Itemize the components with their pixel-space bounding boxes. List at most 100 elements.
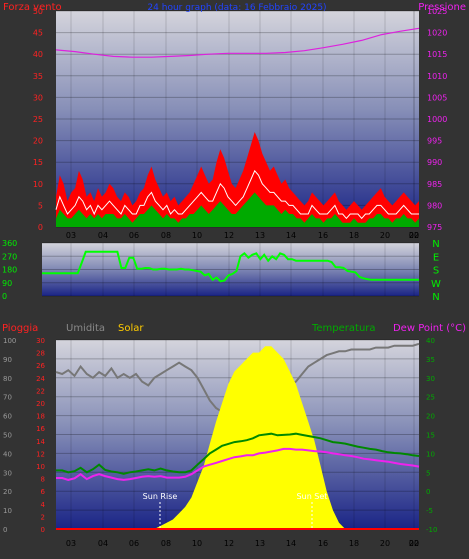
legend-rain: Pioggia <box>2 323 38 334</box>
sunset-label: Sun Set <box>297 492 328 501</box>
pressure-tick-label: 975 <box>427 223 442 232</box>
temperature-tick-label: 25 <box>426 394 435 402</box>
direction-tick-label: 180 <box>2 266 17 275</box>
temperature-tick-label: 15 <box>426 432 435 440</box>
x-tick-label: 00 <box>409 539 419 548</box>
humidity-tick-label: 40 <box>3 450 12 458</box>
x-tick-label: 20 <box>380 539 390 548</box>
humidity-tick-label: 50 <box>3 432 12 440</box>
x-tick-label: 16 <box>318 539 328 548</box>
x-tick-label: 04 <box>98 231 108 240</box>
pressure-tick-label: 995 <box>427 137 442 146</box>
pressure-right-axis: 975980985990995100010051010101510201025 <box>427 7 447 232</box>
x-tick-label: 14 <box>286 539 296 548</box>
rain-tick-label: 8 <box>41 476 45 484</box>
x-tick-label: 10 <box>192 231 202 240</box>
rain-tick-label: 6 <box>41 488 46 496</box>
weather-graph: 0 5 10 15 20 25 30 35 40 45 50 975 980 985 990 995 1000… <box>0 0 469 555</box>
x-tick-label: 18 <box>349 539 359 548</box>
rain-tick-label: 14 <box>36 438 45 446</box>
legend-solar: Solar <box>118 323 144 334</box>
temperature-tick-label: 0 <box>426 488 430 496</box>
temperature-tick-label: 35 <box>426 356 435 364</box>
wind-tick-label: 5 <box>38 201 43 210</box>
wind-tick-label: 10 <box>33 180 43 189</box>
direction-left-axis: 0 90 180 270 360 <box>2 239 17 301</box>
humidity-tick-label: 20 <box>3 488 12 496</box>
compass-label: W <box>431 279 441 290</box>
direction-tick-label: 270 <box>2 252 17 261</box>
legend-wind: Forza vento <box>3 2 62 13</box>
direction-tick-label: 0 <box>2 292 7 301</box>
rain-tick-label: 22 <box>36 387 45 395</box>
temp-left-axes: 0102030405060708090100024681012141618202… <box>3 337 46 534</box>
pressure-tick-label: 1015 <box>427 50 447 59</box>
humidity-tick-label: 0 <box>3 526 7 534</box>
temperature-tick-label: 30 <box>426 375 435 383</box>
temperature-tick-label: 5 <box>426 469 430 477</box>
legend-temperature: Temperatura <box>311 323 376 334</box>
wind-tick-label: 35 <box>33 72 43 81</box>
rain-tick-label: 4 <box>41 501 46 509</box>
compass-label: N <box>432 239 439 250</box>
legend-pressure: Pressione <box>418 2 466 13</box>
rain-tick-label: 12 <box>36 450 45 458</box>
compass-label: N <box>432 292 439 303</box>
temp-x-axis: 03 04 06 08 10 12 13 14 16 18 20 2200 <box>66 539 419 548</box>
pressure-tick-label: 985 <box>427 180 442 189</box>
pressure-tick-label: 1000 <box>427 115 447 124</box>
chart-title: 24 hour graph (data: 16 Febbraio 2025) <box>147 3 326 13</box>
wind-tick-label: 20 <box>33 137 43 146</box>
x-tick-label: 06 <box>129 231 139 240</box>
temperature-tick-label: 40 <box>426 337 435 345</box>
x-tick-label: 06 <box>129 539 139 548</box>
rain-tick-label: 26 <box>36 362 45 370</box>
legend-dewpoint: Dew Point (°C) <box>393 323 466 334</box>
x-tick-label: 20 <box>380 231 390 240</box>
pressure-tick-label: 1005 <box>427 93 447 102</box>
direction-compass-axis: NWSEN <box>431 239 441 303</box>
weather-charts: 05101520253035404550 9759809859909951000… <box>2 2 466 548</box>
sunrise-label: Sun Rise <box>143 492 178 501</box>
rain-tick-label: 16 <box>36 425 45 433</box>
wind-tick-label: 15 <box>33 158 43 167</box>
humidity-tick-label: 80 <box>3 375 12 383</box>
wind-tick-label: 30 <box>33 93 43 102</box>
compass-label: S <box>433 266 439 277</box>
x-tick-label: 12 <box>224 231 234 240</box>
wind-left-axis: 05101520253035404550 <box>33 7 43 232</box>
humidity-tick-label: 90 <box>3 356 12 364</box>
rain-tick-label: 18 <box>36 413 45 421</box>
rain-tick-label: 0 <box>41 526 45 534</box>
compass-label: E <box>433 252 439 263</box>
wind-tick-label: 40 <box>33 50 43 59</box>
pressure-tick-label: 1020 <box>427 29 447 38</box>
rain-tick-label: 20 <box>36 400 45 408</box>
x-tick-label: 03 <box>66 231 76 240</box>
x-tick-label: 08 <box>161 539 171 548</box>
x-tick-label: 13 <box>255 231 265 240</box>
temp-right-axis: -10 -5 0 5 10 15 20 25 30 35 40 <box>426 337 437 534</box>
wind-x-axis: 03 04 06 08 10 12 13 14 16 18 20 2200 <box>66 231 419 240</box>
x-tick-label: 03 <box>66 539 76 548</box>
x-tick-label: 16 <box>318 231 328 240</box>
wind-tick-label: 0 <box>38 223 43 232</box>
pressure-tick-label: 980 <box>427 201 442 210</box>
legend-humidity: Umidita <box>66 323 105 334</box>
humidity-tick-label: 60 <box>3 413 12 421</box>
rain-tick-label: 2 <box>41 513 45 521</box>
humidity-tick-label: 30 <box>3 469 12 477</box>
x-tick-label: 08 <box>161 231 171 240</box>
rain-tick-label: 30 <box>36 337 45 345</box>
x-tick-label: 04 <box>98 539 108 548</box>
x-tick-label: 13 <box>255 539 265 548</box>
wind-tick-label: 25 <box>33 115 43 124</box>
temperature-tick-label: 10 <box>426 450 435 458</box>
temperature-tick-label: 20 <box>426 413 435 421</box>
direction-tick-label: 90 <box>2 279 12 288</box>
x-tick-label: 00 <box>409 231 419 240</box>
humidity-tick-label: 70 <box>3 394 12 402</box>
temperature-tick-label: -10 <box>426 526 437 534</box>
pressure-tick-label: 1010 <box>427 72 447 81</box>
rain-tick-label: 24 <box>36 375 45 383</box>
